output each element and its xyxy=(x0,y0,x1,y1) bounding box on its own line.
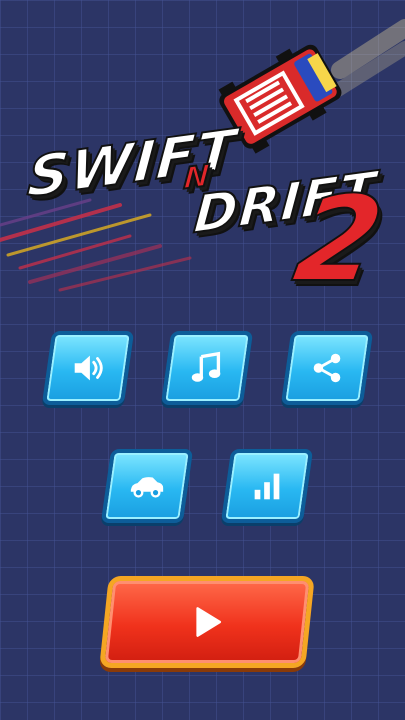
speaker-icon xyxy=(74,355,103,381)
garage-button[interactable] xyxy=(100,449,194,523)
car-icon xyxy=(130,477,164,498)
share-icon xyxy=(313,353,341,383)
play-icon xyxy=(196,607,222,637)
share-button[interactable] xyxy=(280,331,374,405)
leaderboard-button[interactable] xyxy=(220,449,314,523)
bar-chart-icon xyxy=(254,473,280,500)
sound-button[interactable] xyxy=(41,331,135,405)
main-menu-screen: SWIFT N DRIFT 2 xyxy=(0,0,405,720)
music-note-icon xyxy=(191,351,221,382)
play-button[interactable] xyxy=(99,576,315,668)
music-button[interactable] xyxy=(160,331,254,405)
